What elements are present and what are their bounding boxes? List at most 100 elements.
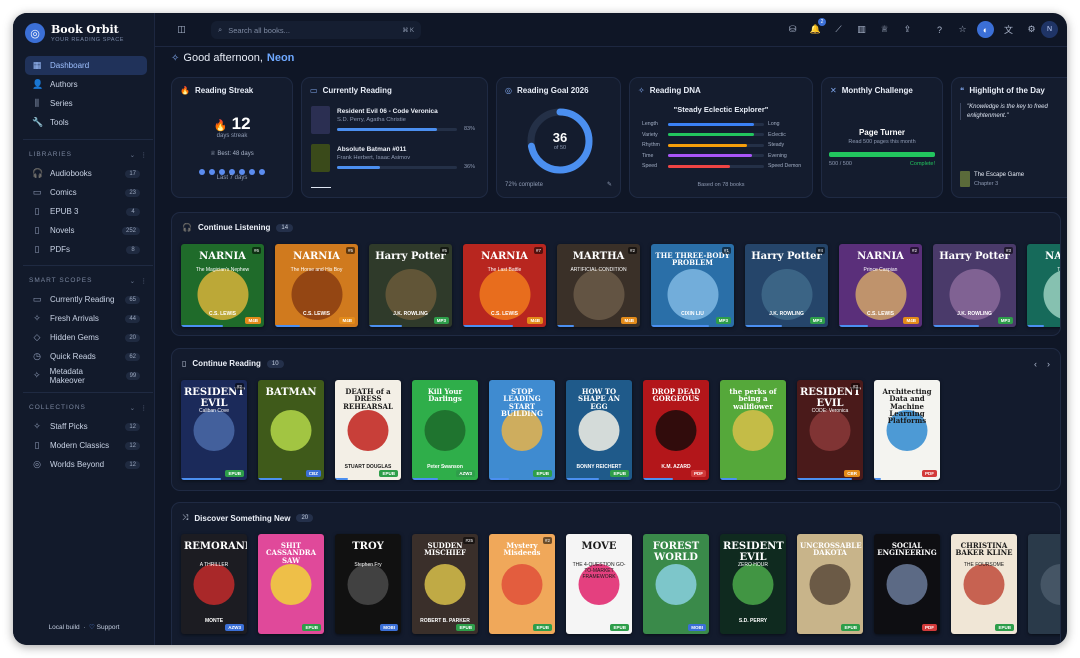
goal-card[interactable]: ◎ Reading Goal 2026 36 of 50 72% complete… — [496, 77, 621, 198]
book-title[interactable]: Resident Evil 06 - Code Veronica — [337, 108, 438, 115]
format-badge: PDF — [922, 624, 937, 631]
more-vertical-icon[interactable]: ⋮ — [141, 278, 148, 285]
chevron-left-icon[interactable]: ‹ — [1034, 359, 1037, 369]
chevron-down-icon[interactable]: ⌄ — [130, 405, 135, 412]
book-cover[interactable]: BATMAN CBZ — [258, 380, 324, 480]
sidebar-item[interactable]: ▯ Novels 252 — [25, 221, 147, 240]
book-cover[interactable]: NARNIA The Last Battle C.S. LEWIS #7 M4B — [463, 244, 546, 327]
book-cover[interactable]: DROP DEAD GORGEOUS K.M. AZARD PDF — [643, 380, 709, 480]
sidebar-item[interactable]: ◷ Quick Reads 62 — [25, 347, 147, 366]
book-cover[interactable]: RESIDENT EVIL Caliban Cove #2 EPUB — [181, 380, 247, 480]
support-link[interactable]: Support — [97, 624, 120, 631]
dna-card[interactable]: ✧ Reading DNA "Steady Eclectic Explorer" … — [629, 77, 813, 198]
sidebar-item[interactable]: ▯ EPUB 3 4 — [25, 202, 147, 221]
book-cover[interactable]: NARNIA The Magician's Nephew C.S. LEWIS #6 M… — [181, 244, 264, 327]
more-vertical-icon[interactable]: ⋮ — [141, 405, 148, 412]
book-cover[interactable]: UNCROSSABLE DAKOTA EPUB — [797, 534, 863, 634]
format-badge: AZW3 — [225, 624, 244, 631]
sidebar-item[interactable]: ◇ Hidden Gems 20 — [25, 328, 147, 347]
palette-icon[interactable]: ◐ — [977, 21, 994, 38]
star-icon[interactable]: ☆ — [954, 21, 971, 38]
book-cover[interactable]: MOVE THE 4-QUESTION GO-TO-MARKET FRAMEWOR… — [566, 534, 632, 634]
edit-icon[interactable]: ✎ — [607, 181, 612, 188]
book-cover[interactable]: SOCIAL ENGINEERING PDF — [874, 534, 940, 634]
format-badge: EPUB — [302, 624, 321, 631]
trophy-icon[interactable]: ♕ — [876, 21, 893, 38]
book-cover[interactable]: MARTHA ARTIFICIAL CONDITION #2 M4B — [557, 244, 640, 327]
cover-subtitle: CODE: Veronica — [811, 408, 849, 414]
brand[interactable]: ◎ Book Orbit YOUR READING SPACE — [25, 23, 124, 43]
book-cover[interactable]: Kill Your Darlings Peter Swanson AZW3 — [412, 380, 478, 480]
book-cover[interactable]: NARNIA Prince Caspian C.S. LEWIS #2 M4B — [839, 244, 922, 327]
book-cover[interactable]: DEATH of a DRESS REHEARSAL STUART DOUGLAS… — [335, 380, 401, 480]
challenge-card[interactable]: ✕ Monthly Challenge Page Turner Read 500 … — [821, 77, 943, 198]
avatar[interactable]: N — [1041, 21, 1058, 38]
sidebar-item[interactable]: ✧ Metadata Makeover 99 — [25, 366, 147, 385]
search-input[interactable]: ⌕ Search all books... ⌘ K — [211, 21, 421, 39]
book-cover[interactable]: RESIDENT EVIL CODE: Veronica #3 CBR — [797, 380, 863, 480]
book-cover[interactable]: Harry Potter J.K. ROWLING #4 MP3 — [745, 244, 828, 327]
sidebar-item[interactable]: ◎ Worlds Beyond 12 — [25, 455, 147, 474]
cover-title: Architecting Data and Machine Learning P… — [882, 387, 932, 426]
book-cover[interactable] — [311, 144, 330, 172]
gear-icon[interactable]: ⚙ — [1023, 21, 1040, 38]
book-cover[interactable] — [311, 106, 330, 134]
help-icon[interactable]: ? — [931, 21, 948, 38]
chevron-down-icon[interactable]: ⌄ — [130, 152, 135, 159]
bell-icon[interactable]: 🔔 2 — [807, 18, 826, 38]
sidebar-item[interactable]: ✧ Fresh Arrivals 44 — [25, 309, 147, 328]
sidebar-item[interactable]: 🔧 Tools — [25, 113, 147, 132]
book-cover[interactable]: CHRISTINA BAKER KLINE THE FOURSOME EPUB — [951, 534, 1017, 634]
book-cover[interactable]: REMORANDOMA THRILLERMONTEAZW3 — [181, 534, 247, 634]
sidebar-toggle-icon[interactable]: ◫ — [173, 21, 190, 38]
book-cover[interactable]: THE THREE-BODY PROBLEM CIXIN LIU #1 MP3 — [651, 244, 734, 327]
book-cover[interactable]: RESIDENT EVIL ZERO HOUR S.D. PERRY — [720, 534, 786, 634]
sidebar-item[interactable]: ▯ Modern Classics 12 — [25, 436, 147, 455]
sidebar-item[interactable]: ▭ Comics 23 — [25, 183, 147, 202]
wand-icon[interactable]: ⟋ — [830, 21, 847, 38]
sidebar-item[interactable]: ⫼ Series — [25, 94, 147, 113]
highlight-card[interactable]: ❝ Highlight of the Day "Knowledge is the … — [951, 77, 1067, 198]
book-title[interactable]: Absolute Batman #011 — [337, 146, 406, 153]
sidebar-item[interactable]: ▯ PDFs 8 — [25, 240, 147, 259]
sidebar-item[interactable]: ▦ Dashboard — [25, 56, 147, 75]
book-cover[interactable]: NARNIA The Horse and His Boy C.S. LEWIS #5 M… — [275, 244, 358, 327]
chevron-right-icon[interactable]: › — [1047, 359, 1050, 369]
book-cover[interactable]: SHIT CASSANDRA SAW EPUB — [258, 534, 324, 634]
sidebar-item-label: Worlds Beyond — [50, 460, 105, 469]
trait-right-label: Speed Demon — [768, 163, 802, 170]
more-vertical-icon[interactable]: ⋮ — [141, 152, 148, 159]
dna-trait-row: Time Evening — [642, 151, 804, 162]
book-cover[interactable]: NARNIA The Silver — [1027, 244, 1060, 327]
trait-bar — [668, 122, 764, 126]
sidebar-item[interactable]: ✧ Staff Picks 12 — [25, 417, 147, 436]
book-cover[interactable]: Harry Potter J.K. ROWLING #3 MP3 — [933, 244, 1016, 327]
sidebar-item[interactable]: 👤 Authors — [25, 75, 147, 94]
book-cover[interactable]: Harry Potter J.K. ROWLING #5 MP3 — [369, 244, 452, 327]
upload-icon[interactable]: ⇪ — [899, 21, 916, 38]
sidebar-item[interactable]: 🎧 Audiobooks 17 — [25, 164, 147, 183]
chart-icon[interactable]: ▥ — [853, 21, 870, 38]
goal-title: Reading Goal 2026 — [516, 86, 589, 95]
book-cover[interactable]: TROY Stephen Fry MOBI — [335, 534, 401, 634]
book-cover[interactable]: Mystery Misdeeds #2 EPUB — [489, 534, 555, 634]
database-icon[interactable]: ⛁ — [784, 21, 801, 38]
book-cover[interactable]: HOW TO SHAPE AN EGG BONNY REICHERT EPUB — [566, 380, 632, 480]
book-progress — [258, 478, 324, 480]
book-cover[interactable]: STOP LEADING START BUILDING EPUB — [489, 380, 555, 480]
sidebar-item[interactable]: ▭ Currently Reading 65 — [25, 290, 147, 309]
book-cover[interactable] — [1028, 534, 1060, 634]
translate-icon[interactable]: 文 — [1000, 21, 1017, 38]
book-cover[interactable]: SUDDEN MISCHIEF ROBERT B. PARKER #25 EPUB — [412, 534, 478, 634]
cover-title: SOCIAL ENGINEERING — [877, 541, 937, 558]
chevron-down-icon[interactable]: ⌄ — [130, 278, 135, 285]
format-badge: EPUB — [610, 624, 629, 631]
book-cover[interactable]: FOREST WORLD MOBI — [643, 534, 709, 634]
current-reading-card[interactable]: ▭ Currently Reading Resident Evil 06 - Co… — [301, 77, 488, 198]
sidebar-item-label: Metadata Makeover — [49, 366, 85, 385]
format-badge: EPUB — [533, 624, 552, 631]
streak-card[interactable]: 🔥 Reading Streak 🔥 12 days streak ♕ Best:… — [171, 77, 293, 198]
book-cover[interactable]: Architecting Data and Machine Learning P… — [874, 380, 940, 480]
trait-right-label: Evening — [768, 152, 787, 159]
book-cover[interactable]: the perks of being a wallflower — [720, 380, 786, 480]
